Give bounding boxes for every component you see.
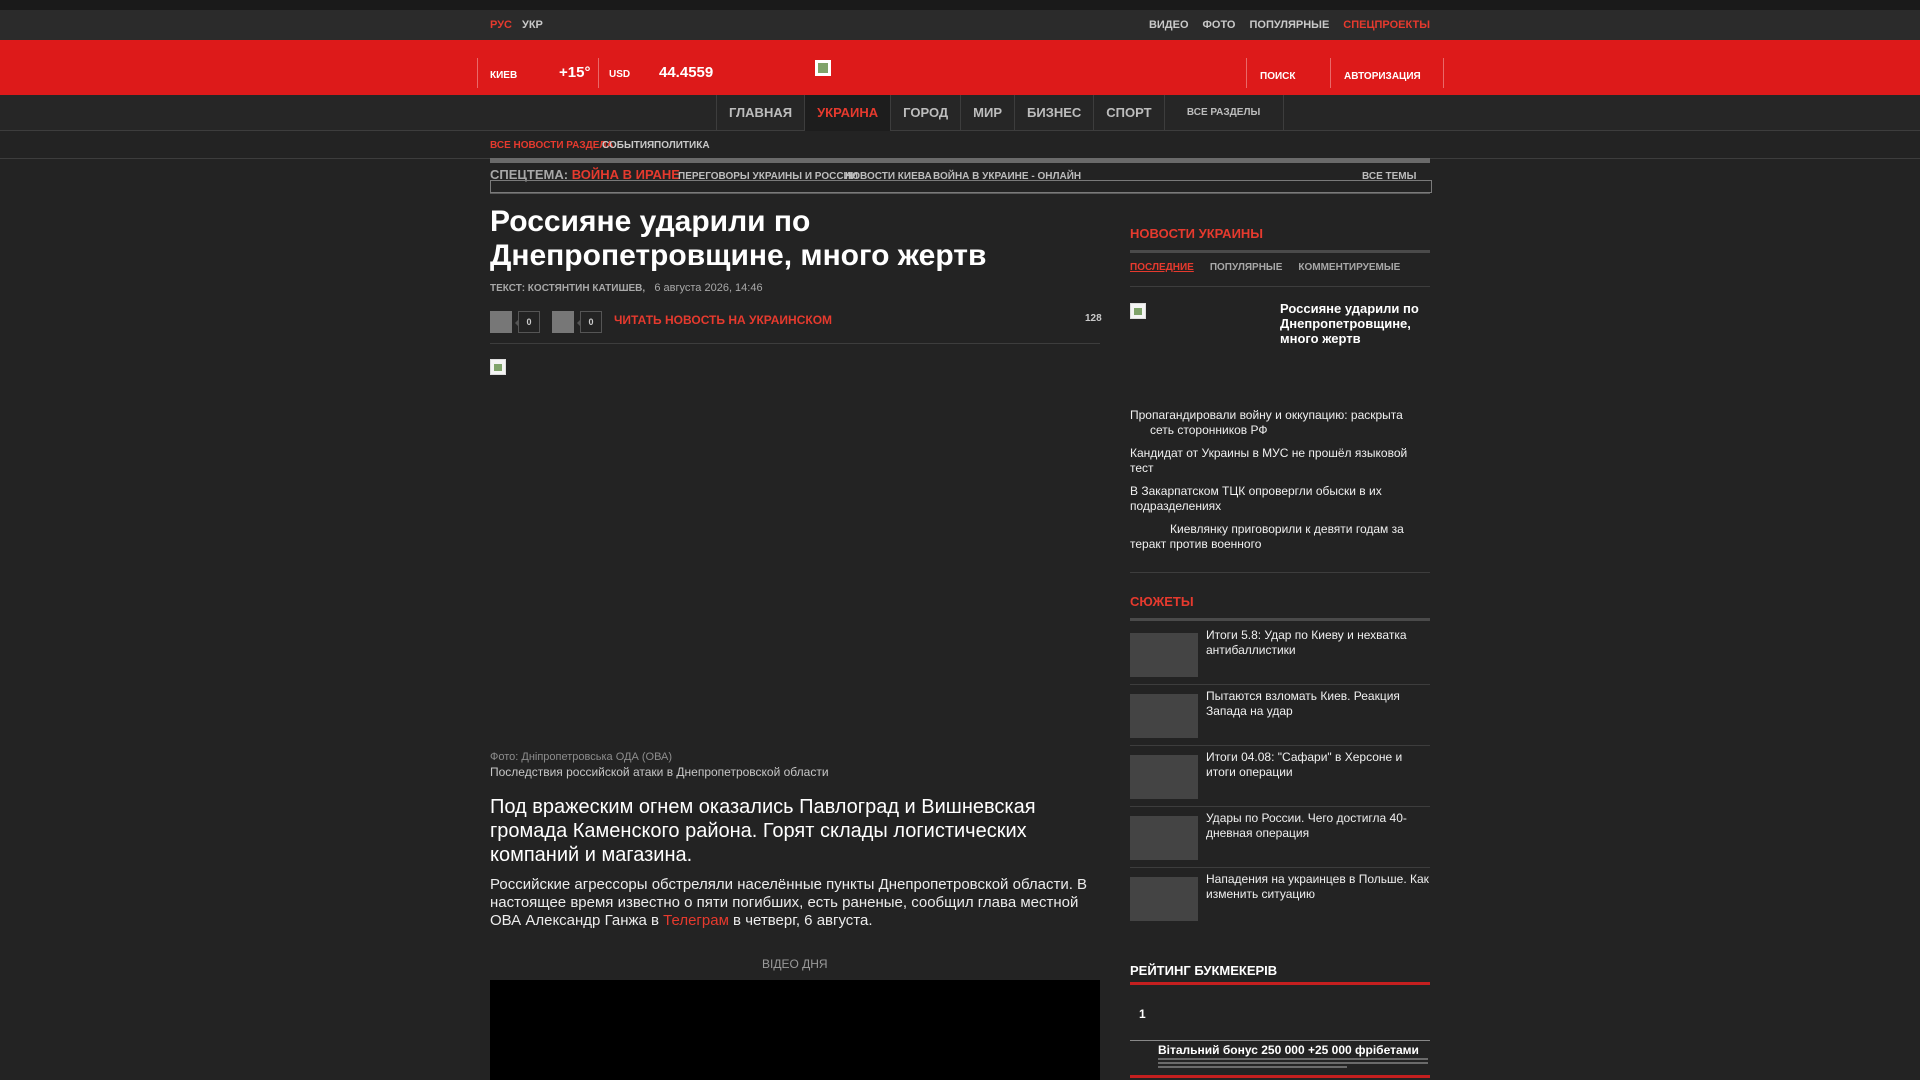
nav-item-city[interactable]: ГОРОД	[890, 95, 960, 131]
lang-ua-link[interactable]: УКР	[522, 19, 543, 31]
login-button[interactable]: АВТОРИЗАЦИЯ	[1344, 71, 1421, 82]
news-item[interactable]: Киевлянку приговорили к девяти годам за …	[1130, 522, 1430, 552]
author[interactable]: ТЕКСТ: КОСТЯНТИН КАТИШЕВ,	[490, 283, 645, 294]
story-thumbnail	[1130, 877, 1198, 921]
news-item[interactable]: Кандидат от Украины в МУС не прошёл язык…	[1130, 446, 1430, 476]
story-item[interactable]: Удары по России. Чего достигла 40-дневна…	[1130, 808, 1430, 868]
story-item[interactable]: Нападения на украинцев в Польше. Как изм…	[1130, 869, 1430, 929]
view-count: 128	[1085, 313, 1102, 324]
share-count: 0	[515, 311, 540, 333]
news-item[interactable]: Пропагандировали войну и оккупацию: раск…	[1130, 408, 1430, 438]
story-title: Нападения на украинцев в Польше. Как изм…	[1206, 872, 1429, 901]
news-item-text: Пропагандировали войну и оккупацию: раск…	[1130, 408, 1403, 437]
publish-date: 6 августа 2026, 14:46	[654, 282, 763, 294]
divider	[1443, 58, 1444, 88]
divider	[477, 58, 478, 88]
story-item[interactable]: Итоги 04.08: "Сафари" в Херсоне и итоги …	[1130, 747, 1430, 807]
top-bar: РУС УКР ВИДЕО ФОТО ПОПУЛЯРНЫЕ СПЕЦПРОЕКТ…	[0, 10, 1920, 40]
article-lead: Под вражеским огнем оказались Павлоград …	[490, 796, 1036, 866]
news-item[interactable]: В Закарпатском ТЦК опровергли обыски в и…	[1130, 484, 1430, 514]
share-count: 0	[577, 311, 602, 333]
subnav-events[interactable]: СОБЫТИЯ	[602, 140, 654, 151]
bookmaker-rating-heading: РЕЙТИНГ БУКМЕКЕРІВ	[1130, 963, 1278, 978]
story-thumbnail	[1130, 694, 1198, 738]
divider	[1130, 618, 1430, 621]
divider	[1130, 250, 1430, 253]
lang-ru-link[interactable]: РУС	[490, 19, 512, 31]
article-body: Российские агрессоры обстреляли населённ…	[490, 876, 1100, 930]
weather-city: КИЕВ	[490, 70, 518, 81]
featured-news-photo[interactable]	[1130, 303, 1146, 319]
telegram-link[interactable]: Телеграм	[663, 912, 729, 929]
video-link[interactable]: ВИДЕО	[1149, 19, 1189, 31]
nav-item-sport[interactable]: СПОРТ	[1093, 95, 1163, 131]
section-subnav: ВСЕ НОВОСТИ РАЗДЕЛА СОБЫТИЯ ПОЛИТИКА	[0, 131, 1920, 159]
nav-item-main[interactable]: ГЛАВНАЯ	[716, 95, 804, 131]
byline: ТЕКСТ: КОСТЯНТИН КАТИШЕВ, 6 августа 2026…	[490, 282, 763, 294]
story-title: Удары по России. Чего достигла 40-дневна…	[1206, 811, 1407, 840]
top-strip	[0, 0, 1920, 10]
topic-scroll-track[interactable]	[490, 180, 1432, 193]
news-tabs: ПОСЛЕДНИЕ ПОПУЛЯРНЫЕ КОММЕНТИРУЕМЫЕ	[1130, 262, 1400, 273]
divider	[598, 58, 599, 88]
share-twitter[interactable]: 0	[552, 311, 602, 333]
subnav-politics[interactable]: ПОЛИТИКА	[654, 140, 710, 151]
special-projects-link[interactable]: СПЕЦПРОЕКТЫ	[1343, 19, 1430, 31]
story-item[interactable]: Пытаются взломать Киев. Реакция Запада н…	[1130, 686, 1430, 746]
popular-link[interactable]: ПОПУЛЯРНЫЕ	[1249, 19, 1329, 31]
story-title: Пытаются взломать Киев. Реакция Запада н…	[1206, 689, 1400, 718]
story-thumbnail	[1130, 816, 1198, 860]
rating-rank: 1	[1139, 1007, 1146, 1021]
photo-caption: Последствия российской атаки в Днепропет…	[490, 765, 829, 779]
tab-latest[interactable]: ПОСЛЕДНИЕ	[1130, 262, 1194, 273]
nav-item-world[interactable]: МИР	[960, 95, 1014, 131]
twitter-icon	[552, 311, 574, 333]
divider	[1130, 572, 1430, 573]
body-text: в четверг, 6 августа.	[728, 912, 873, 929]
facebook-icon	[490, 311, 512, 333]
divider	[490, 343, 1100, 344]
featured-news-title[interactable]: Россияне ударили по Днепропетровщине, мн…	[1280, 301, 1430, 346]
top-links: ВИДЕО ФОТО ПОПУЛЯРНЫЕ СПЕЦПРОЕКТЫ	[1149, 19, 1430, 31]
currency-code: USD	[609, 69, 631, 80]
story-title: Итоги 04.08: "Сафари" в Херсоне и итоги …	[1206, 750, 1403, 779]
divider	[1330, 58, 1331, 88]
tab-popular[interactable]: ПОПУЛЯРНЫЕ	[1210, 262, 1283, 273]
currency-rate: 44.4559	[659, 64, 714, 81]
story-thumbnail	[1130, 755, 1198, 799]
photo-credit: Фото: Дніпропетровська ОДА (ОВА)	[490, 751, 673, 763]
bonus-fine-print	[1158, 1058, 1428, 1070]
header-bar: КИЕВ +15° USD 44.4559 ПОИСК АВТОРИЗАЦИЯ	[0, 40, 1920, 95]
share-facebook[interactable]: 0	[490, 311, 540, 333]
divider	[1130, 1040, 1430, 1041]
site-logo-icon[interactable]	[815, 60, 831, 76]
story-item[interactable]: Итоги 5.8: Удар по Киеву и нехватка анти…	[1130, 625, 1430, 685]
divider	[1246, 58, 1247, 88]
nav-item-ukraine[interactable]: УКРАИНА	[804, 95, 891, 131]
article-title: Россияне ударили по Днепропетровщине, мн…	[490, 205, 987, 272]
story-thumbnail	[1130, 633, 1198, 677]
nav-item-business[interactable]: БИЗНЕС	[1014, 95, 1093, 131]
read-in-ukrainian-link[interactable]: ЧИТАТЬ НОВОСТЬ НА УКРАИНСКОМ	[614, 313, 832, 327]
article-photo[interactable]	[490, 359, 506, 375]
divider	[1130, 982, 1430, 985]
divider	[1130, 286, 1430, 287]
sidebar-news-heading[interactable]: НОВОСТИ УКРАИНЫ	[1130, 226, 1263, 241]
sidebar-stories-heading[interactable]: СЮЖЕТЫ	[1130, 594, 1194, 609]
video-of-day-label: ВІДЕО ДНЯ	[762, 957, 828, 971]
subnav-all-news[interactable]: ВСЕ НОВОСТИ РАЗДЕЛА	[490, 140, 614, 151]
main-nav: ГЛАВНАЯ УКРАИНА ГОРОД МИР БИЗНЕС СПОРТ В…	[0, 95, 1920, 131]
video-player[interactable]	[490, 980, 1100, 1080]
tab-commented[interactable]: КОММЕНТИРУЕМЫЕ	[1298, 262, 1400, 273]
weather-temp: +15°	[559, 64, 591, 81]
photo-link[interactable]: ФОТО	[1203, 19, 1236, 31]
nav-all-sections[interactable]: ВСЕ РАЗДЕЛЫ	[1163, 95, 1284, 131]
divider	[1130, 1075, 1430, 1078]
story-title: Итоги 5.8: Удар по Киеву и нехватка анти…	[1206, 628, 1407, 657]
search-button[interactable]: ПОИСК	[1260, 71, 1295, 82]
bonus-offer-link[interactable]: Вітальний бонус 250 000 +25 000 фрібетам…	[1158, 1043, 1419, 1057]
